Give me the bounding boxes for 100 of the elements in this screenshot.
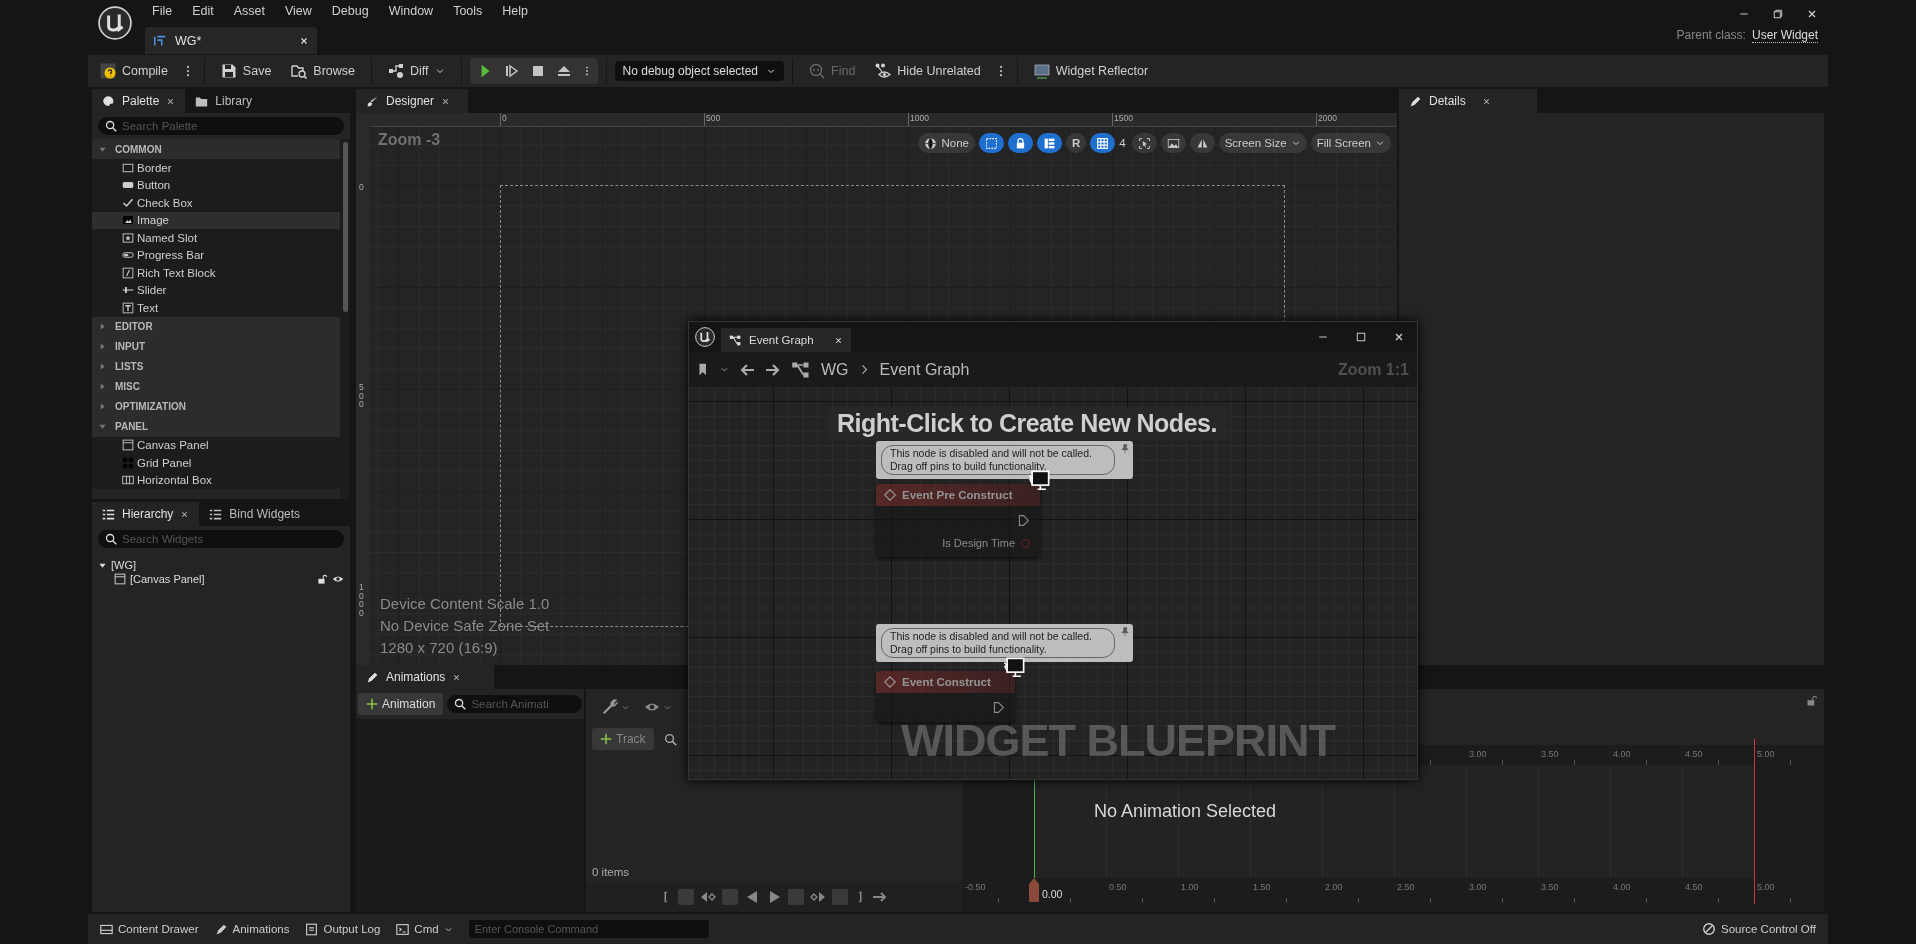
forward-arrow-icon[interactable] xyxy=(765,361,781,378)
palette-item[interactable]: Rich Text Block xyxy=(92,264,340,282)
restore-icon[interactable] xyxy=(1772,8,1784,20)
close-icon[interactable] xyxy=(834,335,843,345)
palette-item[interactable]: Border xyxy=(92,159,340,177)
category-header[interactable]: COMMON xyxy=(92,139,340,159)
dock-tab[interactable]: Designer xyxy=(356,89,468,113)
category-header[interactable]: OPTIMIZATION xyxy=(92,396,340,417)
pin-icon[interactable] xyxy=(1120,444,1130,454)
palette-item[interactable]: Grid Panel xyxy=(92,454,340,472)
document-tab[interactable]: WG* xyxy=(145,27,317,54)
pin-icon[interactable] xyxy=(1120,627,1130,637)
size-dropdown[interactable]: Fill Screen xyxy=(1310,133,1391,153)
breadcrumb-link[interactable]: Event Graph xyxy=(879,360,970,379)
menu-item[interactable]: Tools xyxy=(443,4,493,18)
close-icon[interactable] xyxy=(1481,96,1491,106)
unlocked-icon[interactable] xyxy=(317,573,328,585)
menu-item[interactable]: Debug xyxy=(321,4,379,18)
palette-search-field[interactable]: Search Palette xyxy=(98,117,344,135)
category-header[interactable]: PANEL xyxy=(92,416,340,437)
diff-dropdown[interactable]: Diff xyxy=(380,59,453,83)
category-header[interactable]: LISTS xyxy=(92,356,340,377)
status-bar-button[interactable]: Cmd xyxy=(390,916,459,942)
menu-item[interactable]: Edit xyxy=(182,4,224,18)
playhead-handle[interactable] xyxy=(1029,878,1039,902)
browse-button[interactable]: Browse xyxy=(283,59,364,83)
source-control-button[interactable]: Source Control Off xyxy=(1695,916,1822,942)
event-diamond-icon xyxy=(884,676,896,688)
window-tab[interactable]: Event Graph xyxy=(721,328,851,352)
widget-search-field[interactable]: Search Widgets xyxy=(98,530,344,548)
palette-item[interactable]: Text xyxy=(92,299,340,317)
dock-tab[interactable]: Palette xyxy=(92,89,186,113)
save-button[interactable]: Save xyxy=(212,59,280,83)
dock-tab[interactable]: Details xyxy=(1399,89,1537,113)
menu-item[interactable]: Asset xyxy=(223,4,275,18)
close-icon[interactable] xyxy=(452,672,462,682)
category-header[interactable]: INPUT xyxy=(92,336,340,357)
fit-cursor-toggle[interactable] xyxy=(1131,133,1157,153)
search-icon[interactable] xyxy=(663,732,677,746)
graph-hint-text: Right-Click to Create New Nodes. xyxy=(827,407,1227,440)
close-icon[interactable] xyxy=(1806,8,1818,20)
debug-object-dropdown[interactable]: No debug object selected xyxy=(614,61,784,81)
menu-item[interactable]: Help xyxy=(492,4,539,18)
compile-button[interactable]: Compile xyxy=(92,59,176,83)
folder-search-icon xyxy=(291,63,308,79)
tree-item[interactable]: [Canvas Panel] xyxy=(98,572,344,586)
ruler-label: 4.00 xyxy=(1613,882,1631,892)
dock-tab[interactable]: Animations xyxy=(356,665,494,689)
maximize-icon[interactable] xyxy=(1355,331,1367,343)
back-arrow-icon[interactable] xyxy=(739,361,755,378)
menu-item[interactable]: File xyxy=(142,4,183,18)
layout-toggle[interactable] xyxy=(1036,133,1062,153)
lock-toggle[interactable] xyxy=(1007,133,1033,153)
add-animation-button[interactable]: Animation xyxy=(358,693,444,715)
ruler-label: 0.50 xyxy=(1109,882,1127,892)
landscape-toggle[interactable] xyxy=(1160,133,1186,153)
eject-icon[interactable] xyxy=(555,63,572,79)
hide-unrelated-button[interactable]: Hide Unrelated xyxy=(867,59,989,83)
next-key-icon[interactable] xyxy=(810,889,826,905)
menu-item[interactable]: View xyxy=(274,4,322,18)
ruler-label: 500 xyxy=(706,113,721,123)
step-icon[interactable] xyxy=(503,63,520,79)
dock-tab[interactable]: Library xyxy=(185,89,276,113)
breadcrumb-link[interactable]: WG xyxy=(821,360,849,379)
mirror-toggle[interactable] xyxy=(1189,133,1215,153)
status-bar-button[interactable]: Output Log xyxy=(299,916,387,942)
monitor-icon xyxy=(1033,63,1050,79)
close-icon[interactable] xyxy=(1393,331,1405,343)
status-bar-button[interactable]: Content Drawer xyxy=(94,916,205,942)
size-dropdown[interactable]: Screen Size xyxy=(1218,133,1307,153)
settings-dropdown[interactable] xyxy=(602,699,630,715)
caret-icon[interactable] xyxy=(720,365,729,374)
grid-widget-icon xyxy=(122,456,134,469)
scrollbar-thumb[interactable] xyxy=(342,142,348,312)
category-header[interactable]: EDITOR xyxy=(92,316,340,337)
close-icon[interactable] xyxy=(166,96,176,106)
close-icon[interactable] xyxy=(180,509,190,519)
category-header[interactable]: MISC xyxy=(92,376,340,397)
close-icon[interactable] xyxy=(441,96,451,106)
menu-item[interactable]: Window xyxy=(378,4,444,18)
status-bar-button[interactable]: Animations xyxy=(208,916,296,942)
dock-tab[interactable]: Bind Widgets xyxy=(199,502,311,526)
grid-toggle[interactable] xyxy=(1090,133,1116,153)
previous-key-icon[interactable] xyxy=(700,889,716,905)
animation-search-field[interactable]: Search Animati xyxy=(447,695,582,713)
tree-item[interactable]: [WG] xyxy=(98,558,344,572)
end-marker-line[interactable] xyxy=(1754,739,1755,904)
eye-icon[interactable] xyxy=(332,573,344,585)
world-space-button[interactable]: None xyxy=(918,133,975,153)
palette-item[interactable]: Named Slot xyxy=(92,229,340,247)
pencil-icon xyxy=(1409,94,1422,108)
parent-class-link[interactable]: User Widget xyxy=(1751,28,1818,43)
dock-tab[interactable]: Hierarchy xyxy=(92,502,200,526)
widget-reflector-button[interactable]: Widget Reflector xyxy=(1025,59,1157,83)
palette-item[interactable]: Check Box xyxy=(92,194,340,212)
dashed-selection-toggle[interactable] xyxy=(978,133,1004,153)
respect-locks-toggle[interactable]: R xyxy=(1065,133,1087,153)
console-input-field[interactable]: Enter Console Command xyxy=(468,920,709,938)
caret-icon xyxy=(1375,138,1385,148)
close-icon[interactable] xyxy=(299,35,309,46)
